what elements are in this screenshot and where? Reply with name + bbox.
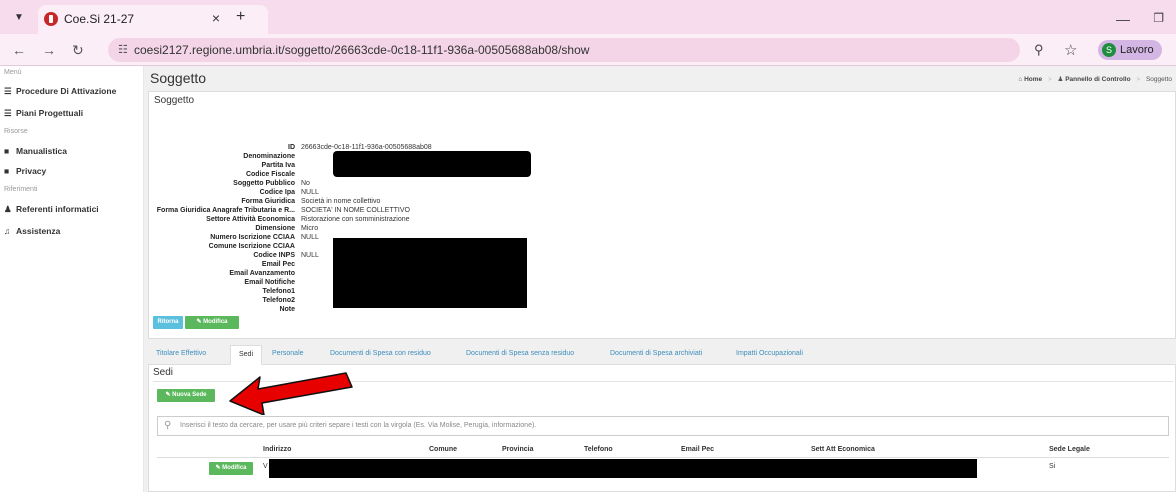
sidebar-item-assistenza[interactable]: ♫ Assistenza bbox=[4, 226, 60, 236]
search-icon: ⚲ bbox=[164, 420, 172, 431]
sidebar-item-manualistica[interactable]: ■ Manualistica bbox=[4, 146, 67, 156]
sidebar-heading-menu: Menù bbox=[4, 69, 22, 76]
new-tab-icon[interactable]: + bbox=[236, 9, 245, 25]
sidebar-item-piani[interactable]: ☰ Piani Progettuali bbox=[4, 108, 83, 119]
search-input[interactable]: ⚲ Inserisci il testo da cercare, per usa… bbox=[157, 416, 1169, 436]
column-header[interactable]: Indirizzo bbox=[263, 446, 291, 453]
user-icon: ♟ bbox=[4, 204, 12, 214]
tab-sedi[interactable]: Sedi bbox=[230, 345, 263, 365]
tab-documenti-con-residuo[interactable]: Documenti di Spesa con residuo bbox=[330, 350, 431, 357]
tab-personale[interactable]: Personale bbox=[272, 350, 304, 357]
main-content: Soggetto ⌂ Home > ♟ Pannello di Controll… bbox=[144, 66, 1176, 492]
tab-documenti-senza-residuo[interactable]: Documenti di Spesa senza residuo bbox=[466, 350, 574, 357]
table-cell-indirizzo: V bbox=[263, 463, 268, 470]
bookmark-star-icon[interactable]: ☆ bbox=[1064, 41, 1077, 59]
sidebar-item-privacy[interactable]: ■ Privacy bbox=[4, 166, 46, 176]
browser-tab[interactable]: Coe.Si 21-27 × bbox=[38, 5, 268, 34]
site-info-icon[interactable]: ☷ bbox=[118, 43, 128, 56]
column-header[interactable]: Comune bbox=[429, 446, 457, 453]
redaction-box bbox=[269, 459, 977, 478]
column-header[interactable]: Telefono bbox=[584, 446, 613, 453]
home-icon: ⌂ bbox=[1018, 76, 1023, 83]
tab-close-icon[interactable]: × bbox=[212, 10, 220, 26]
forward-arrow-icon[interactable]: → bbox=[42, 42, 56, 58]
annotation-arrow-icon bbox=[229, 372, 353, 415]
sidebar-item-referenti[interactable]: ♟ Referenti informatici bbox=[4, 204, 99, 215]
list-icon: ☰ bbox=[4, 86, 12, 96]
browser-toolbar: ← → ↻ ☷ coesi2127.regione.umbria.it/sogg… bbox=[0, 34, 1176, 66]
column-header[interactable]: Email Pec bbox=[681, 446, 714, 453]
profile-label: Lavoro bbox=[1120, 44, 1154, 56]
column-header[interactable]: Sede Legale bbox=[1049, 446, 1090, 453]
tab-list-chevron-icon[interactable]: ▼ bbox=[14, 12, 28, 24]
zoom-icon[interactable]: ⚲ bbox=[1034, 42, 1044, 58]
edit-row-button[interactable]: ✎ Modifica bbox=[209, 462, 253, 475]
browser-tab-bar: ▼ Coe.Si 21-27 × + — ❐ bbox=[0, 0, 1176, 34]
window-minimize-icon[interactable]: — bbox=[1116, 11, 1130, 27]
tab-documenti-archiviati[interactable]: Documenti di Spesa archiviati bbox=[610, 350, 702, 357]
divider bbox=[157, 457, 1169, 458]
breadcrumb-current: Soggetto bbox=[1145, 76, 1172, 83]
redaction-box bbox=[333, 151, 531, 177]
new-sede-button[interactable]: ✎ Nuova Sede bbox=[157, 389, 215, 402]
folder-icon: ■ bbox=[4, 166, 10, 176]
window-restore-icon[interactable]: ❐ bbox=[1153, 11, 1164, 25]
site-favicon-icon bbox=[44, 12, 58, 26]
folder-icon: ■ bbox=[4, 146, 10, 156]
breadcrumb: ⌂ Home > ♟ Pannello di Controllo > Sogge… bbox=[1018, 76, 1172, 83]
table-cell-sede-legale: Si bbox=[1049, 463, 1056, 470]
avatar: S bbox=[1102, 43, 1116, 57]
breadcrumb-pannello[interactable]: Pannello di Controllo bbox=[1065, 76, 1130, 83]
page-title: Soggetto bbox=[150, 70, 207, 86]
column-header[interactable]: Sett Att Economica bbox=[811, 446, 875, 453]
back-arrow-icon[interactable]: ← bbox=[12, 42, 26, 58]
breadcrumb-home[interactable]: Home bbox=[1024, 76, 1042, 83]
speaker-icon: ♫ bbox=[4, 226, 11, 236]
tab-impatti-occupazionali[interactable]: Impatti Occupazionali bbox=[736, 350, 803, 357]
column-header[interactable]: Provincia bbox=[502, 446, 534, 453]
reload-icon[interactable]: ↻ bbox=[72, 42, 84, 59]
profile-button[interactable]: S Lavoro bbox=[1098, 40, 1162, 60]
tab-titolare-effettivo[interactable]: Titolare Effettivo bbox=[156, 350, 206, 357]
soggetto-tabs: Titolare Effettivo Sedi Personale Docume… bbox=[148, 345, 1176, 365]
search-placeholder: Inserisci il testo da cercare, per usare… bbox=[180, 422, 537, 429]
back-button[interactable]: Ritorna bbox=[153, 316, 183, 329]
panel-title: Soggetto bbox=[154, 95, 195, 106]
edit-button[interactable]: ✎ Modifica bbox=[185, 316, 239, 329]
sidebar-heading-riferimenti: Riferimenti bbox=[4, 186, 38, 193]
redaction-box bbox=[333, 238, 527, 308]
address-bar[interactable]: ☷ coesi2127.regione.umbria.it/soggetto/2… bbox=[108, 38, 1020, 62]
sidebar-heading-risorse: Risorse bbox=[4, 128, 28, 135]
soggetto-panel: Soggetto ID 26663cde-0c18-11f1-936a-00505… bbox=[148, 91, 1176, 339]
sidebar-item-procedure[interactable]: ☰ Procedure Di Attivazione bbox=[4, 86, 116, 97]
sedi-title: Sedi bbox=[153, 367, 174, 378]
list-icon: ☰ bbox=[4, 108, 12, 118]
tab-title: Coe.Si 21-27 bbox=[64, 12, 135, 26]
url-text[interactable]: coesi2127.regione.umbria.it/soggetto/266… bbox=[134, 43, 589, 57]
user-icon: ♟ bbox=[1057, 76, 1064, 83]
